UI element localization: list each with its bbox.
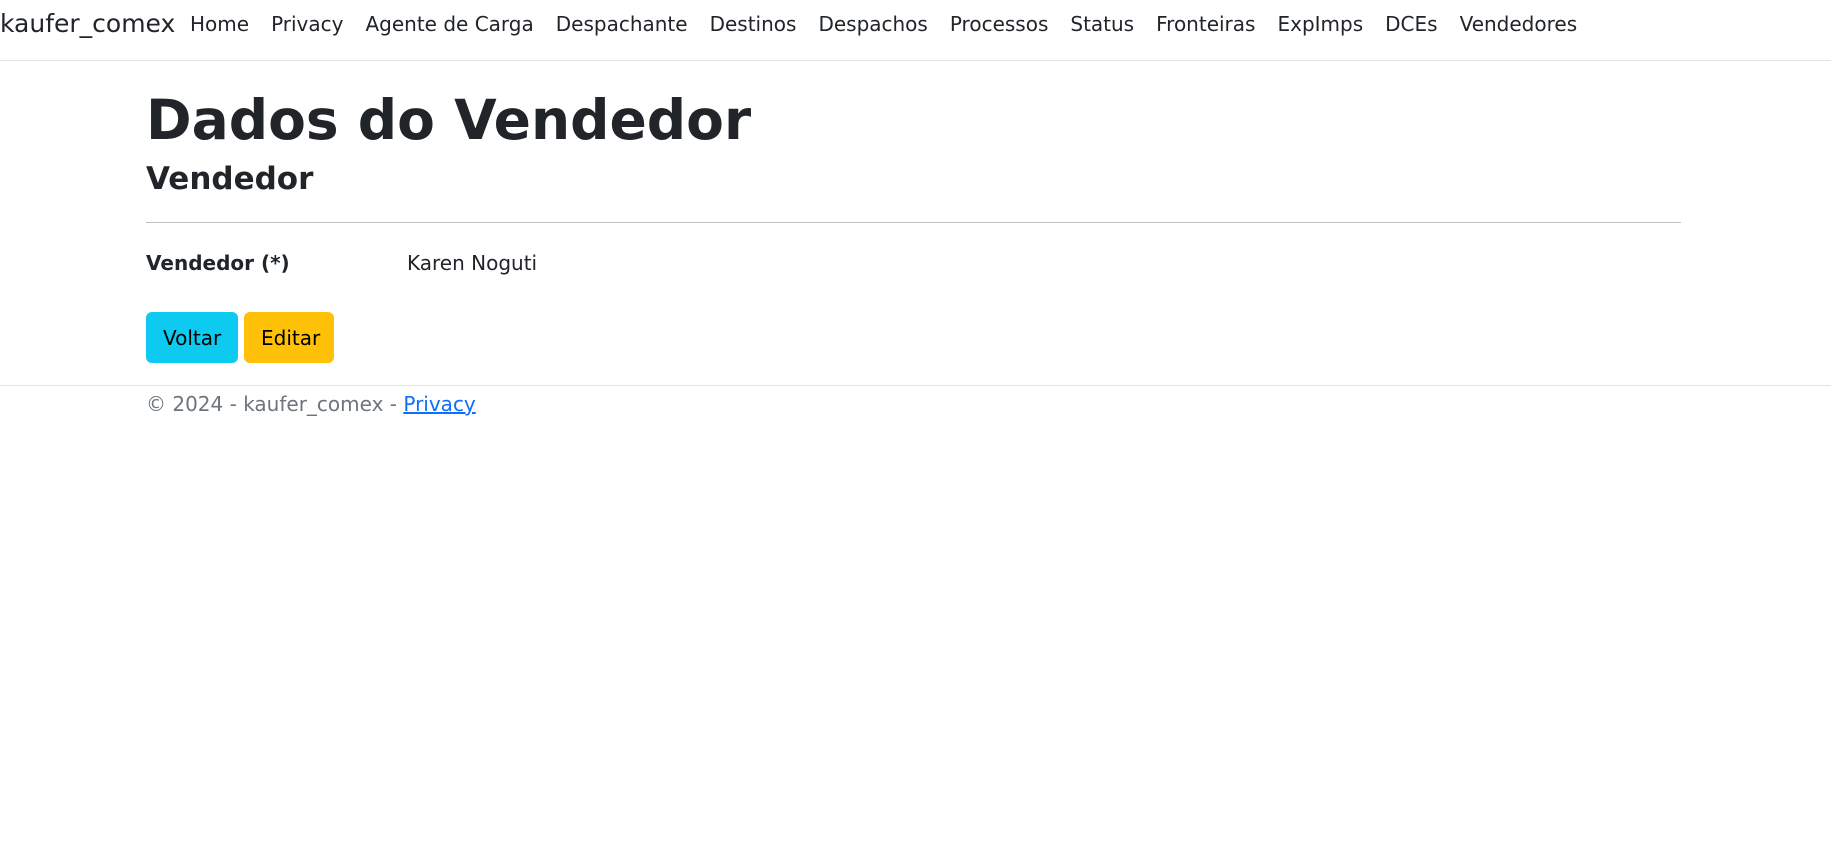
nav-item-dces[interactable]: DCEs <box>1385 10 1437 38</box>
top-navbar: kaufer_comex Home Privacy Agente de Carg… <box>0 0 1831 61</box>
nav-menu: Home Privacy Agente de Carga Despachante… <box>190 10 1599 38</box>
section-title: Vendedor <box>146 161 314 197</box>
nav-item-privacy[interactable]: Privacy <box>271 10 343 38</box>
nav-item-home[interactable]: Home <box>190 10 249 38</box>
brand-link[interactable]: kaufer_comex <box>0 8 175 40</box>
footer-text: © 2024 - kaufer_comex - Privacy <box>146 390 476 418</box>
nav-item-despachos[interactable]: Despachos <box>818 10 927 38</box>
nav-item-fronteiras[interactable]: Fronteiras <box>1156 10 1255 38</box>
nav-item-agente-de-carga[interactable]: Agente de Carga <box>365 10 533 38</box>
nav-item-despachante[interactable]: Despachante <box>556 10 688 38</box>
footer-privacy-link[interactable]: Privacy <box>403 392 475 416</box>
edit-button[interactable]: Editar <box>244 312 334 363</box>
vendedor-label: Vendedor (*) <box>146 251 290 275</box>
footer: © 2024 - kaufer_comex - Privacy <box>0 385 1831 416</box>
nav-item-processos[interactable]: Processos <box>950 10 1049 38</box>
page-title: Dados do Vendedor <box>146 88 752 152</box>
vendedor-value: Karen Noguti <box>407 251 538 275</box>
divider <box>146 222 1681 223</box>
nav-item-vendedores[interactable]: Vendedores <box>1460 10 1578 38</box>
nav-item-destinos[interactable]: Destinos <box>710 10 797 38</box>
nav-item-expimps[interactable]: ExpImps <box>1277 10 1363 38</box>
nav-item-status[interactable]: Status <box>1070 10 1134 38</box>
back-button[interactable]: Voltar <box>146 312 238 363</box>
footer-copyright: © 2024 - kaufer_comex - <box>146 392 404 416</box>
